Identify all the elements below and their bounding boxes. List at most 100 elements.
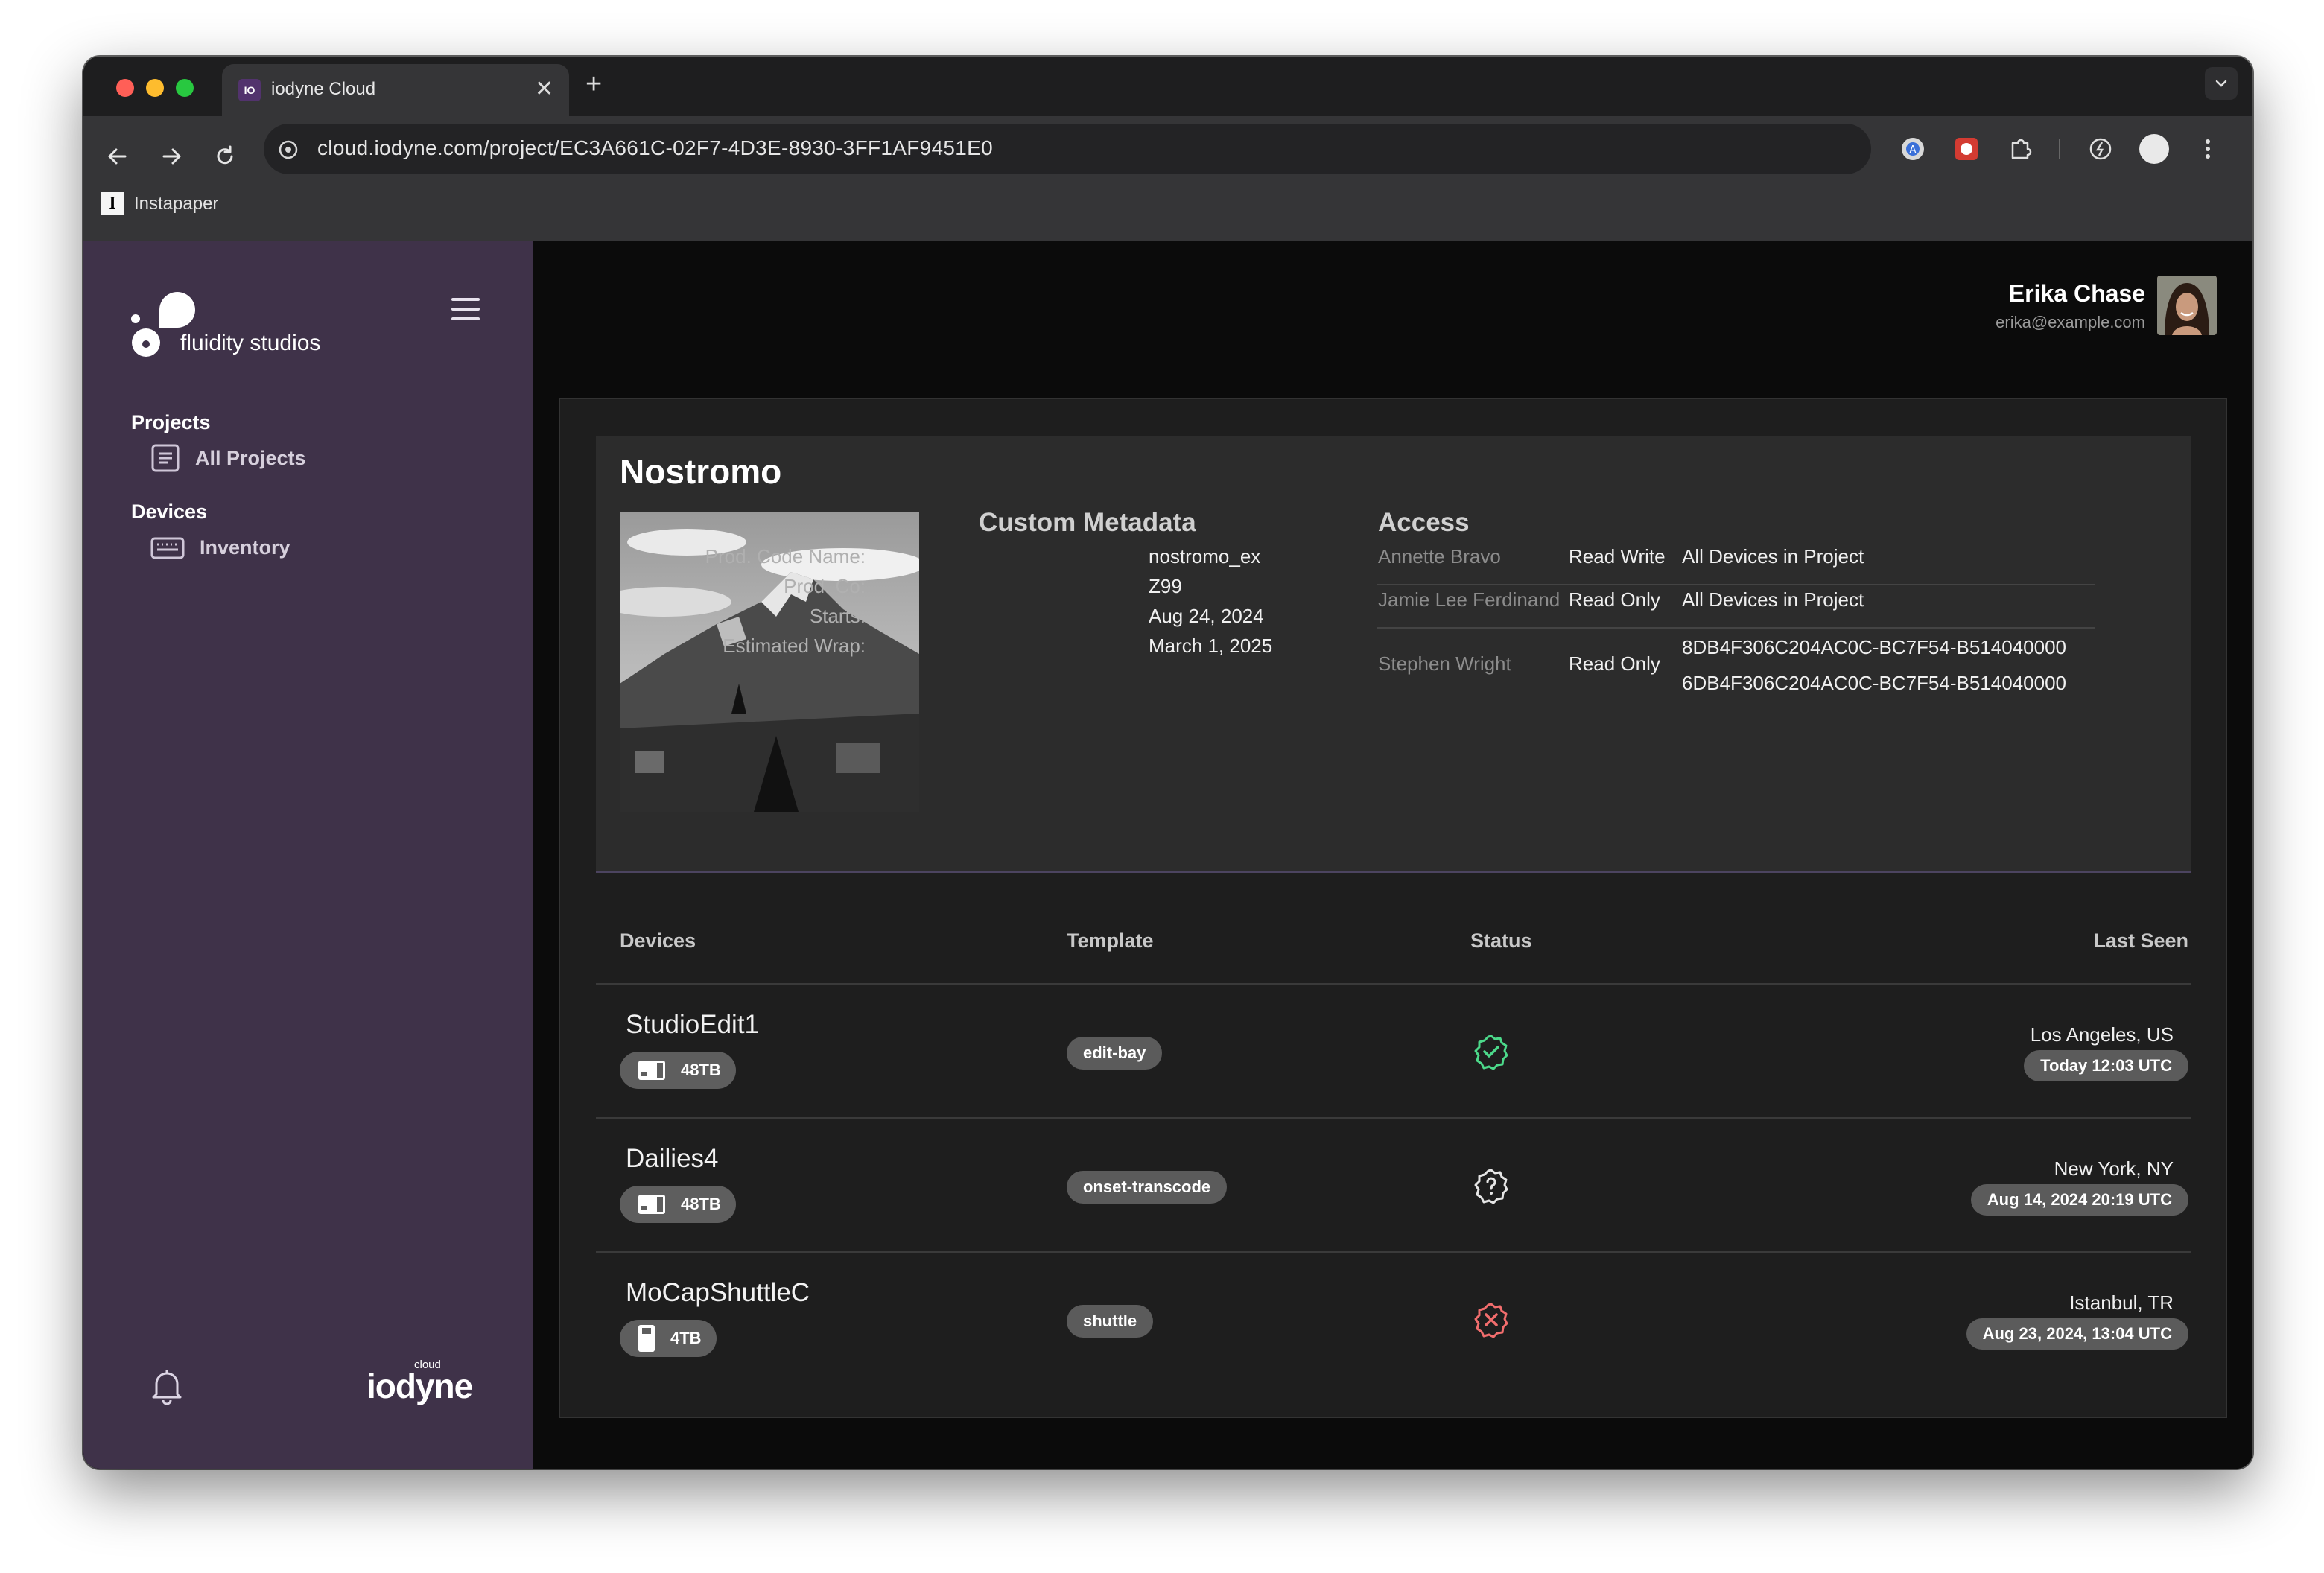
metadata-label: Starts: [809, 605, 866, 627]
drive-icon [638, 1061, 665, 1080]
template-badge: shuttle [1067, 1305, 1154, 1338]
storage-capacity: 48TB [681, 1061, 721, 1079]
bookmark-label[interactable]: Instapaper [134, 194, 218, 214]
last-seen-badge: Aug 23, 2024, 13:04 UTC [1966, 1318, 2188, 1350]
status-online-icon [1474, 1035, 1508, 1070]
access-permission: Read Only [1569, 652, 1660, 675]
column-header-last-seen[interactable]: Last Seen [2093, 930, 2188, 953]
device-name[interactable]: MoCapShuttleC [626, 1278, 810, 1308]
brand-name: fluidity studios [180, 331, 321, 355]
avatar[interactable] [2157, 276, 2217, 335]
document-list-icon [151, 444, 180, 472]
adblock-extension-icon[interactable] [1952, 134, 1981, 164]
performance-icon[interactable] [2086, 134, 2115, 164]
sidebar-item-label: All Projects [195, 446, 306, 469]
device-location: Los Angeles, US [2030, 1023, 2174, 1046]
forward-arrow-icon[interactable] [156, 142, 186, 171]
metadata-label: Estimated Wrap: [723, 635, 866, 657]
metadata-value: Z99 [1149, 575, 1182, 597]
device-name[interactable]: Dailies4 [626, 1144, 719, 1174]
bell-icon[interactable] [149, 1367, 185, 1406]
close-window-button[interactable] [116, 79, 134, 97]
project-card: Nostromo Custom Metadata Prod. Code Name… [596, 436, 2191, 873]
access-user-name: Jamie Lee Ferdinand [1378, 588, 1561, 611]
nav-heading-projects: Projects [131, 411, 211, 433]
access-scope: All Devices in Project [1682, 588, 1864, 611]
drive-icon [638, 1195, 665, 1214]
nav-heading-devices: Devices [131, 500, 208, 523]
user-email: erika@example.com [1996, 313, 2145, 331]
project-panel: Nostromo Custom Metadata Prod. Code Name… [559, 398, 2227, 1418]
storage-badge: 48TB [620, 1052, 736, 1089]
back-arrow-icon[interactable] [103, 142, 133, 171]
custom-metadata-title: Custom Metadata [979, 508, 1196, 537]
page-title: Nostromo [620, 452, 782, 491]
status-error-icon [1474, 1303, 1508, 1338]
access-title: Access [1378, 508, 1470, 537]
main-area: Erika Chase erika@example.com Nostromo C… [533, 241, 2252, 1469]
tab-title: iodyne Cloud [271, 79, 376, 99]
last-seen-badge: Today 12:03 UTC [2024, 1050, 2188, 1081]
hamburger-menu-icon[interactable] [451, 298, 480, 320]
access-divider [1377, 584, 2095, 585]
status-unknown-icon [1474, 1169, 1508, 1204]
storage-capacity: 4TB [670, 1329, 702, 1347]
metadata-label: Prod. Code Name: [705, 545, 866, 568]
device-name[interactable]: StudioEdit1 [626, 1010, 759, 1040]
chevron-down-icon [2215, 80, 2227, 87]
metadata-value: March 1, 2025 [1149, 635, 1273, 657]
table-header-divider [596, 983, 2191, 985]
column-header-template[interactable]: Template [1067, 930, 1154, 953]
new-tab-button[interactable]: + [585, 70, 602, 98]
keyboard-icon [150, 537, 185, 559]
browser-tab[interactable]: IO iodyne Cloud ✕ [222, 64, 569, 116]
minimize-window-button[interactable] [146, 79, 164, 97]
metadata-label: Prod. Co: [784, 575, 866, 597]
metadata-value: nostromo_ex [1149, 545, 1261, 568]
translate-extension-icon[interactable]: A [1898, 134, 1928, 164]
template-badge: edit-bay [1067, 1037, 1163, 1070]
portable-drive-icon [638, 1325, 655, 1352]
maximize-window-button[interactable] [176, 79, 194, 97]
user-name: Erika Chase [2008, 280, 2145, 307]
user-avatar-image [2157, 276, 2217, 335]
access-scope: 8DB4F306C204AC0C-BC7F54-B514040000 [1682, 636, 2066, 658]
instapaper-bookmark-icon[interactable]: I [101, 192, 124, 214]
access-user-name: Annette Bravo [1378, 545, 1501, 568]
browser-window: IO iodyne Cloud ✕ + cloud.iodyne.com/pro… [83, 57, 2252, 1469]
profile-avatar-icon[interactable] [2139, 134, 2169, 164]
tab-favicon-icon: IO [238, 79, 261, 101]
last-seen-badge: Aug 14, 2024 20:19 UTC [1970, 1184, 2188, 1216]
toolbar-divider [2059, 139, 2060, 159]
page-content: fluidity studios Projects All Projects D… [83, 241, 2252, 1469]
device-location: New York, NY [2054, 1157, 2174, 1180]
access-scope: 6DB4F306C204AC0C-BC7F54-B514040000 [1682, 672, 2066, 694]
column-header-status[interactable]: Status [1470, 930, 1532, 953]
more-menu-icon[interactable] [2193, 134, 2223, 164]
tab-search-button[interactable] [2205, 67, 2238, 100]
sidebar-item-all-projects[interactable]: All Projects [150, 439, 306, 477]
row-divider [596, 1251, 2191, 1253]
sidebar: fluidity studios Projects All Projects D… [83, 241, 533, 1469]
site-info-icon[interactable] [277, 139, 299, 161]
storage-badge: 48TB [620, 1186, 736, 1223]
svg-text:A: A [1910, 144, 1917, 156]
access-user-name: Stephen Wright [1378, 652, 1511, 675]
sidebar-item-inventory[interactable]: Inventory [150, 529, 290, 566]
access-divider [1377, 627, 2095, 629]
column-header-devices[interactable]: Devices [620, 930, 696, 953]
row-divider [596, 1117, 2191, 1119]
reload-icon[interactable] [210, 142, 240, 171]
extensions-puzzle-icon[interactable] [2005, 134, 2035, 164]
logo-text: iodyne [366, 1367, 473, 1405]
access-permission: Read Write [1569, 545, 1666, 568]
access-permission: Read Only [1569, 588, 1660, 611]
template-badge: onset-transcode [1067, 1171, 1228, 1204]
storage-badge: 4TB [620, 1320, 717, 1357]
storage-capacity: 48TB [681, 1195, 721, 1213]
tab-strip: IO iodyne Cloud ✕ + [83, 57, 2252, 116]
url-text: cloud.iodyne.com/project/EC3A661C-02F7-4… [317, 136, 993, 159]
device-location: Istanbul, TR [2069, 1291, 2174, 1314]
sidebar-item-label: Inventory [200, 536, 290, 559]
tab-close-icon[interactable]: ✕ [535, 76, 553, 102]
